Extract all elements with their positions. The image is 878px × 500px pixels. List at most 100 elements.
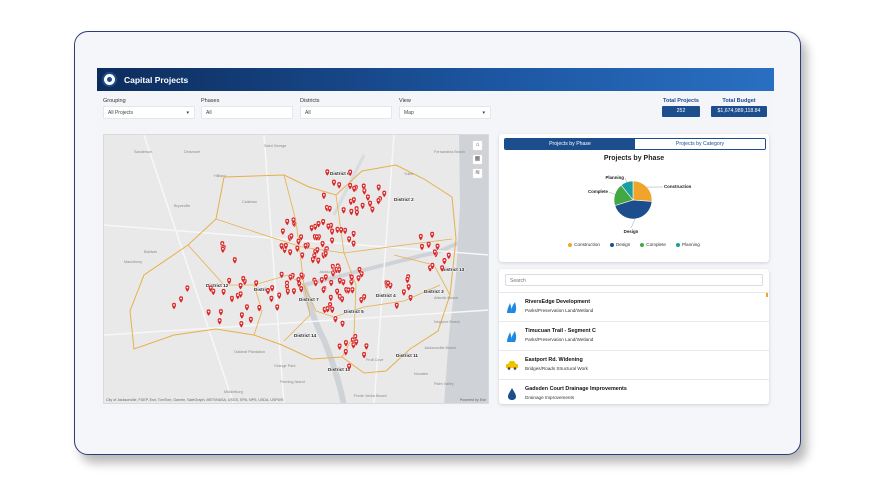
- project-marker-dot: [366, 195, 369, 198]
- project-marker-dot: [433, 250, 436, 253]
- home-icon[interactable]: ⌂: [472, 140, 483, 151]
- project-marker-dot: [212, 289, 215, 292]
- project-marker-dot: [329, 296, 332, 298]
- list-item[interactable]: Gadsden Court Drainage Improvements Drai…: [499, 379, 769, 404]
- districts-filter: Districts All: [300, 98, 392, 119]
- project-marker-dot: [301, 253, 304, 256]
- project-marker-dot: [300, 235, 302, 238]
- project-marker-dot: [297, 278, 300, 281]
- project-marker-dot: [338, 344, 341, 347]
- total-projects-kpi: Total Projects 252: [662, 98, 700, 117]
- project-marker-dot: [242, 277, 245, 280]
- project-marker-dot: [352, 241, 355, 244]
- project-marker-dot: [321, 242, 324, 245]
- project-marker-dot: [316, 248, 319, 251]
- map-place-label: Neptune Beach: [434, 320, 460, 324]
- basemap-gallery-icon[interactable]: ▦: [472, 154, 483, 165]
- list-item[interactable]: Eastport Rd. Widening Bridges/Roads Stru…: [499, 350, 769, 379]
- district-label: District 6: [330, 171, 350, 176]
- project-marker-dot: [402, 290, 405, 293]
- project-marker-dot: [348, 364, 350, 367]
- list-item[interactable]: RiversEdge Development Parks/Preservatio…: [499, 292, 769, 321]
- project-marker-dot: [361, 204, 364, 206]
- project-marker-dot: [353, 187, 356, 189]
- app-header: Capital Projects: [97, 68, 774, 91]
- powered-by-esri[interactable]: Powered by Esri: [460, 398, 486, 402]
- project-marker-dot: [395, 303, 398, 306]
- project-marker-dot: [207, 310, 210, 313]
- project-marker-dot: [431, 264, 434, 266]
- project-marker-dot: [320, 278, 323, 281]
- chart-legend: Construction Design Complete Planning: [499, 242, 769, 247]
- project-marker-dot: [350, 276, 353, 278]
- list-item[interactable]: Timucuan Trail - Segment C Parks/Preserv…: [499, 321, 769, 350]
- project-marker-dot: [286, 220, 289, 222]
- map-place-label: Macclenny: [124, 260, 142, 264]
- view-select[interactable]: Map ▾: [399, 106, 491, 119]
- map-place-label: Ponte Vedra Beach: [354, 394, 387, 398]
- item-name: Timucuan Trail - Segment C: [525, 328, 596, 334]
- project-marker-dot: [228, 279, 231, 281]
- project-marker-dot: [331, 265, 334, 267]
- project-marker-dot: [443, 259, 446, 262]
- map-place-label: Atlantic Beach: [434, 296, 458, 300]
- project-marker-dot: [347, 288, 350, 291]
- grouping-label: Grouping: [103, 98, 126, 104]
- project-marker-dot: [336, 289, 339, 292]
- item-category: Bridges/Roads Structural Work: [525, 366, 588, 371]
- project-marker-dot: [292, 218, 295, 221]
- view-value: Map: [404, 110, 414, 116]
- project-marker-dot: [300, 273, 303, 276]
- project-marker-dot: [387, 281, 389, 284]
- map-place-label: Bryceville: [174, 204, 190, 208]
- project-map[interactable]: Sanderson Dinsmore Saint George Hilliard Bry…: [103, 134, 489, 404]
- project-marker-dot: [436, 244, 439, 247]
- layers-icon[interactable]: ≋: [472, 168, 483, 179]
- project-marker-dot: [341, 322, 344, 324]
- project-marker-dot: [222, 290, 225, 292]
- item-name: RiversEdge Development: [525, 299, 591, 305]
- project-marker-dot: [231, 297, 233, 299]
- project-marker-dot: [333, 180, 335, 183]
- phases-select[interactable]: All: [201, 106, 293, 119]
- project-marker-dot: [304, 244, 307, 247]
- grouping-select[interactable]: All Projects ▾: [103, 106, 195, 119]
- project-marker-dot: [310, 226, 313, 229]
- project-list: Search RiversEdge Development Parks/Pres…: [499, 269, 769, 404]
- project-marker-dot: [351, 288, 354, 291]
- project-marker-dot: [331, 308, 334, 310]
- phases-label: Phases: [201, 98, 220, 104]
- search-input[interactable]: Search: [505, 274, 763, 286]
- project-marker-dot: [278, 293, 281, 296]
- districts-label: Districts: [300, 98, 320, 104]
- pie-label: Complete: [588, 189, 609, 194]
- grouping-value: All Projects: [108, 110, 134, 116]
- project-marker-dot: [338, 183, 341, 186]
- project-marker-dot: [358, 268, 361, 271]
- park-icon: [507, 331, 517, 342]
- project-marker-dot: [371, 207, 374, 210]
- project-marker-dot: [297, 239, 300, 242]
- project-marker-dot: [365, 344, 368, 347]
- map-canvas[interactable]: Sanderson Dinsmore Saint George Hilliard Bry…: [104, 135, 489, 404]
- project-marker-dot: [209, 286, 212, 289]
- map-place-label: Baldwin: [144, 250, 157, 254]
- item-category: Parks/Preservation Land/Wetland: [525, 308, 594, 313]
- project-marker-dot: [221, 242, 224, 245]
- project-marker-dot: [349, 184, 352, 186]
- districts-select[interactable]: All: [300, 106, 392, 119]
- project-marker-dot: [344, 350, 347, 353]
- project-marker-dot: [280, 244, 283, 247]
- project-marker-dot: [338, 268, 341, 271]
- map-place-label: Fruit Cove: [366, 358, 384, 362]
- project-marker-dot: [322, 220, 325, 223]
- project-marker-dot: [355, 211, 358, 213]
- project-marker-dot: [355, 340, 358, 343]
- project-marker-dot: [249, 318, 252, 320]
- project-marker-dot: [377, 185, 380, 188]
- project-marker-dot: [345, 341, 347, 344]
- project-marker-dot: [293, 289, 295, 292]
- pie-slice-construction[interactable]: [632, 180, 653, 202]
- map-attribution: City of Jacksonville, FDEP, Esri, TomTom…: [106, 398, 284, 402]
- project-marker-dot: [246, 305, 248, 308]
